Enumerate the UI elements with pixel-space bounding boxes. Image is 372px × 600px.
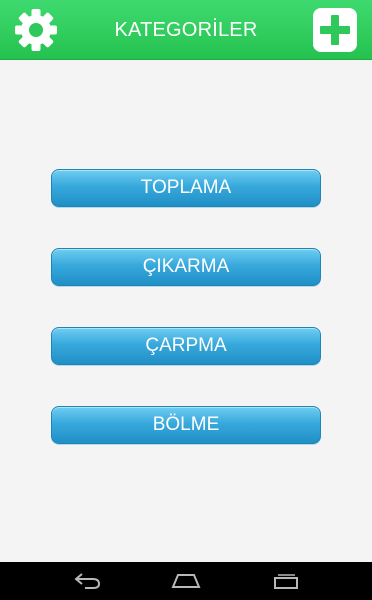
back-button[interactable] xyxy=(64,568,112,594)
add-category-button[interactable] xyxy=(312,8,358,52)
category-button-cikarma[interactable]: ÇIKARMA xyxy=(51,248,321,286)
category-button-carpma[interactable]: ÇARPMA xyxy=(51,327,321,365)
category-button-bolme[interactable]: BÖLME xyxy=(51,406,321,444)
category-button-label: TOPLAMA xyxy=(140,177,232,198)
category-button-label: ÇIKARMA xyxy=(142,256,230,277)
recent-apps-icon xyxy=(274,574,298,589)
category-list xyxy=(0,60,372,562)
plus-square-icon xyxy=(313,8,357,52)
category-button-label: BÖLME xyxy=(152,414,220,435)
category-button-toplama[interactable]: TOPLAMA xyxy=(51,169,321,207)
home-icon xyxy=(171,574,201,588)
back-arrow-icon xyxy=(74,573,101,589)
category-button-label: ÇARPMA xyxy=(145,335,227,356)
recent-apps-button[interactable] xyxy=(262,568,310,594)
home-button[interactable] xyxy=(162,568,210,594)
app-bar: KATEGORİLER xyxy=(0,0,372,60)
system-navigation-bar xyxy=(0,562,372,600)
